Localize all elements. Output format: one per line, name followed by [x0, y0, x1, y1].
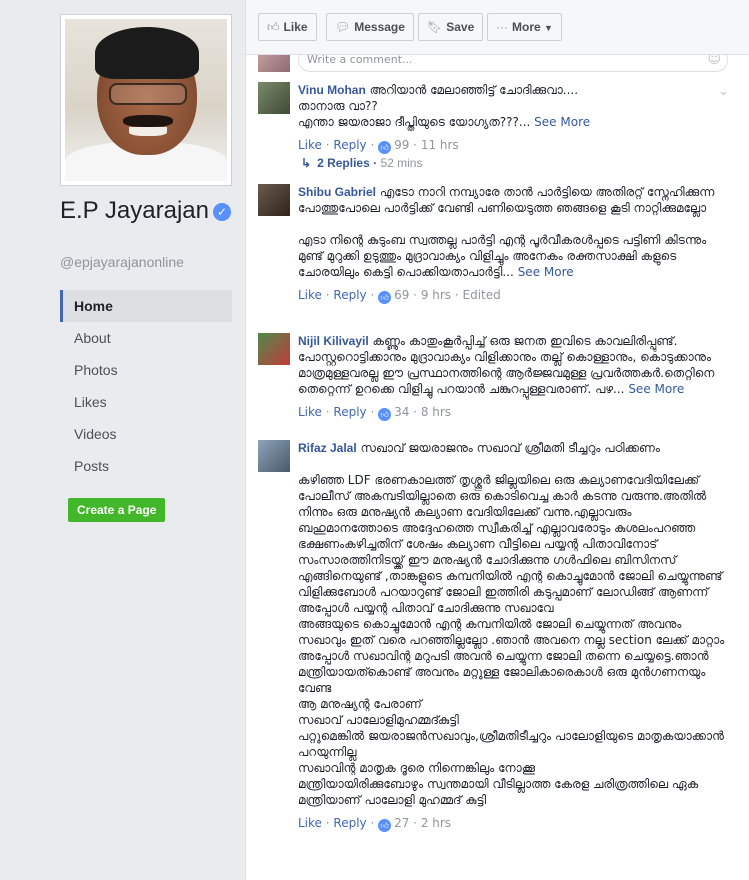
- reply-arrow-icon: ↳: [301, 156, 312, 170]
- commenter-name[interactable]: Vinu Mohan: [298, 83, 366, 97]
- like-count[interactable]: 69: [394, 288, 409, 302]
- see-more-link[interactable]: See More: [518, 265, 574, 279]
- nav-item-photos[interactable]: Photos: [60, 354, 232, 386]
- comment-actions: Like · Reply · 👍︎ 69 · 9 hrs · Edited: [298, 288, 501, 304]
- message-bubble-icon: 💬︎: [335, 20, 351, 34]
- edited-label[interactable]: Edited: [463, 288, 501, 302]
- like-reaction-icon: 👍︎: [378, 408, 392, 421]
- comment-time[interactable]: 2 hrs: [421, 816, 451, 830]
- more-button[interactable]: ··· More ▼: [487, 13, 562, 41]
- replies-time: 52 mins: [380, 156, 423, 170]
- action-toolbar: 👍︎ Like 💬︎ Message 🔖︎ Save ··· More ▼: [246, 0, 749, 55]
- comment-reply-link[interactable]: Reply: [333, 288, 366, 302]
- nav-item-home[interactable]: Home: [60, 290, 232, 322]
- save-label: Save: [446, 20, 475, 34]
- message-button[interactable]: 💬︎ Message: [326, 13, 414, 41]
- thumbs-up-icon: 👍︎: [267, 20, 280, 34]
- like-page-label: Like: [283, 20, 308, 34]
- more-label: More: [512, 20, 541, 34]
- comment-time[interactable]: 9 hrs: [421, 288, 451, 302]
- commenter-avatar[interactable]: [258, 82, 290, 114]
- see-more-link[interactable]: See More: [534, 115, 590, 129]
- like-count[interactable]: 27: [394, 816, 409, 830]
- comment-like-link[interactable]: Like: [298, 816, 322, 830]
- profile-photo: [65, 19, 227, 181]
- like-reaction-icon: 👍︎: [378, 819, 392, 832]
- comment-like-link[interactable]: Like: [298, 405, 322, 419]
- comment-time[interactable]: 8 hrs: [421, 405, 451, 419]
- like-count[interactable]: 34: [394, 405, 409, 419]
- page-handle[interactable]: @epjayarajanonline: [60, 254, 184, 270]
- caret-down-icon: ▼: [544, 23, 553, 33]
- message-label: Message: [354, 20, 405, 34]
- see-more-link[interactable]: See More: [628, 382, 684, 396]
- comment-body: എടോ നാറി നമ്പ്യാരേ താൻ പാർട്ടിയെ അതിരറ്റ…: [298, 185, 715, 279]
- comment-reply-link[interactable]: Reply: [333, 138, 366, 152]
- like-reaction-icon: 👍︎: [378, 141, 392, 154]
- comment-actions: Like · Reply · 👍︎ 34 · 8 hrs: [298, 405, 452, 421]
- commenter-name[interactable]: Nijil Kilivayil: [298, 334, 369, 348]
- comment-text: Rifaz Jalal സഖാവ് ജയരാജനും സഖാവ് ശ്രീമതി…: [298, 440, 728, 808]
- commenter-name[interactable]: Shibu Gabriel: [298, 185, 376, 199]
- nav-item-about[interactable]: About: [60, 322, 232, 354]
- comment-actions: Like · Reply · 👍︎ 99 · 11 hrs: [298, 138, 459, 154]
- like-page-button[interactable]: 👍︎ Like: [258, 13, 317, 41]
- create-page-button[interactable]: Create a Page: [68, 498, 166, 522]
- comment-reply-link[interactable]: Reply: [333, 405, 366, 419]
- bookmark-icon: 🔖︎: [427, 20, 443, 34]
- more-dots-icon: ···: [496, 20, 508, 34]
- page-name-text: E.P Jayarajan: [60, 197, 209, 224]
- comment-text: Vinu Mohan അറിയാൻ മേലാഞ്ഞിട്ട് ചോദിക്കുവ…: [298, 82, 728, 130]
- comment-options-chevron-icon[interactable]: ⌄: [718, 84, 729, 99]
- comment-actions: Like · Reply · 👍︎ 27 · 2 hrs: [298, 816, 452, 832]
- comment-text: Nijil Kilivayil കണ്ണും കാതുംകൂർപ്പിച്ച് …: [298, 333, 728, 397]
- nav-item-videos[interactable]: Videos: [60, 418, 232, 450]
- view-replies-link[interactable]: ↳ 2 Replies · 52 mins: [301, 156, 422, 170]
- comment-reply-link[interactable]: Reply: [333, 816, 366, 830]
- commenter-avatar[interactable]: [258, 440, 290, 472]
- replies-count: 2 Replies: [317, 156, 370, 170]
- comment-text: Shibu Gabriel എടോ നാറി നമ്പ്യാരേ താൻ പാർ…: [298, 184, 728, 280]
- page-title: E.P Jayarajan ✓: [60, 196, 240, 225]
- commenter-avatar[interactable]: [258, 333, 290, 365]
- commenter-name[interactable]: Rifaz Jalal: [298, 441, 357, 455]
- save-button[interactable]: 🔖︎ Save: [418, 13, 484, 41]
- comment-body: സഖാവ് ജയരാജനും സഖാവ് ശ്രീമതി ടീച്ചറും പഠ…: [298, 441, 725, 807]
- comment-like-link[interactable]: Like: [298, 138, 322, 152]
- comment-time[interactable]: 11 hrs: [421, 138, 459, 152]
- profile-picture[interactable]: [60, 14, 232, 186]
- like-reaction-icon: 👍︎: [378, 291, 392, 304]
- page-nav: Home About Photos Likes Videos Posts: [60, 290, 232, 482]
- page-sidebar: E.P Jayarajan ✓ @epjayarajanonline Home A…: [0, 0, 245, 880]
- nav-item-likes[interactable]: Likes: [60, 386, 232, 418]
- comments-panel: 👍︎ Like 💬︎ Message 🔖︎ Save ··· More ▼ Write …: [245, 0, 749, 880]
- comment-like-link[interactable]: Like: [298, 288, 322, 302]
- verified-badge-icon: ✓: [212, 203, 231, 221]
- like-count[interactable]: 99: [394, 138, 409, 152]
- commenter-avatar[interactable]: [258, 184, 290, 216]
- nav-item-posts[interactable]: Posts: [60, 450, 232, 482]
